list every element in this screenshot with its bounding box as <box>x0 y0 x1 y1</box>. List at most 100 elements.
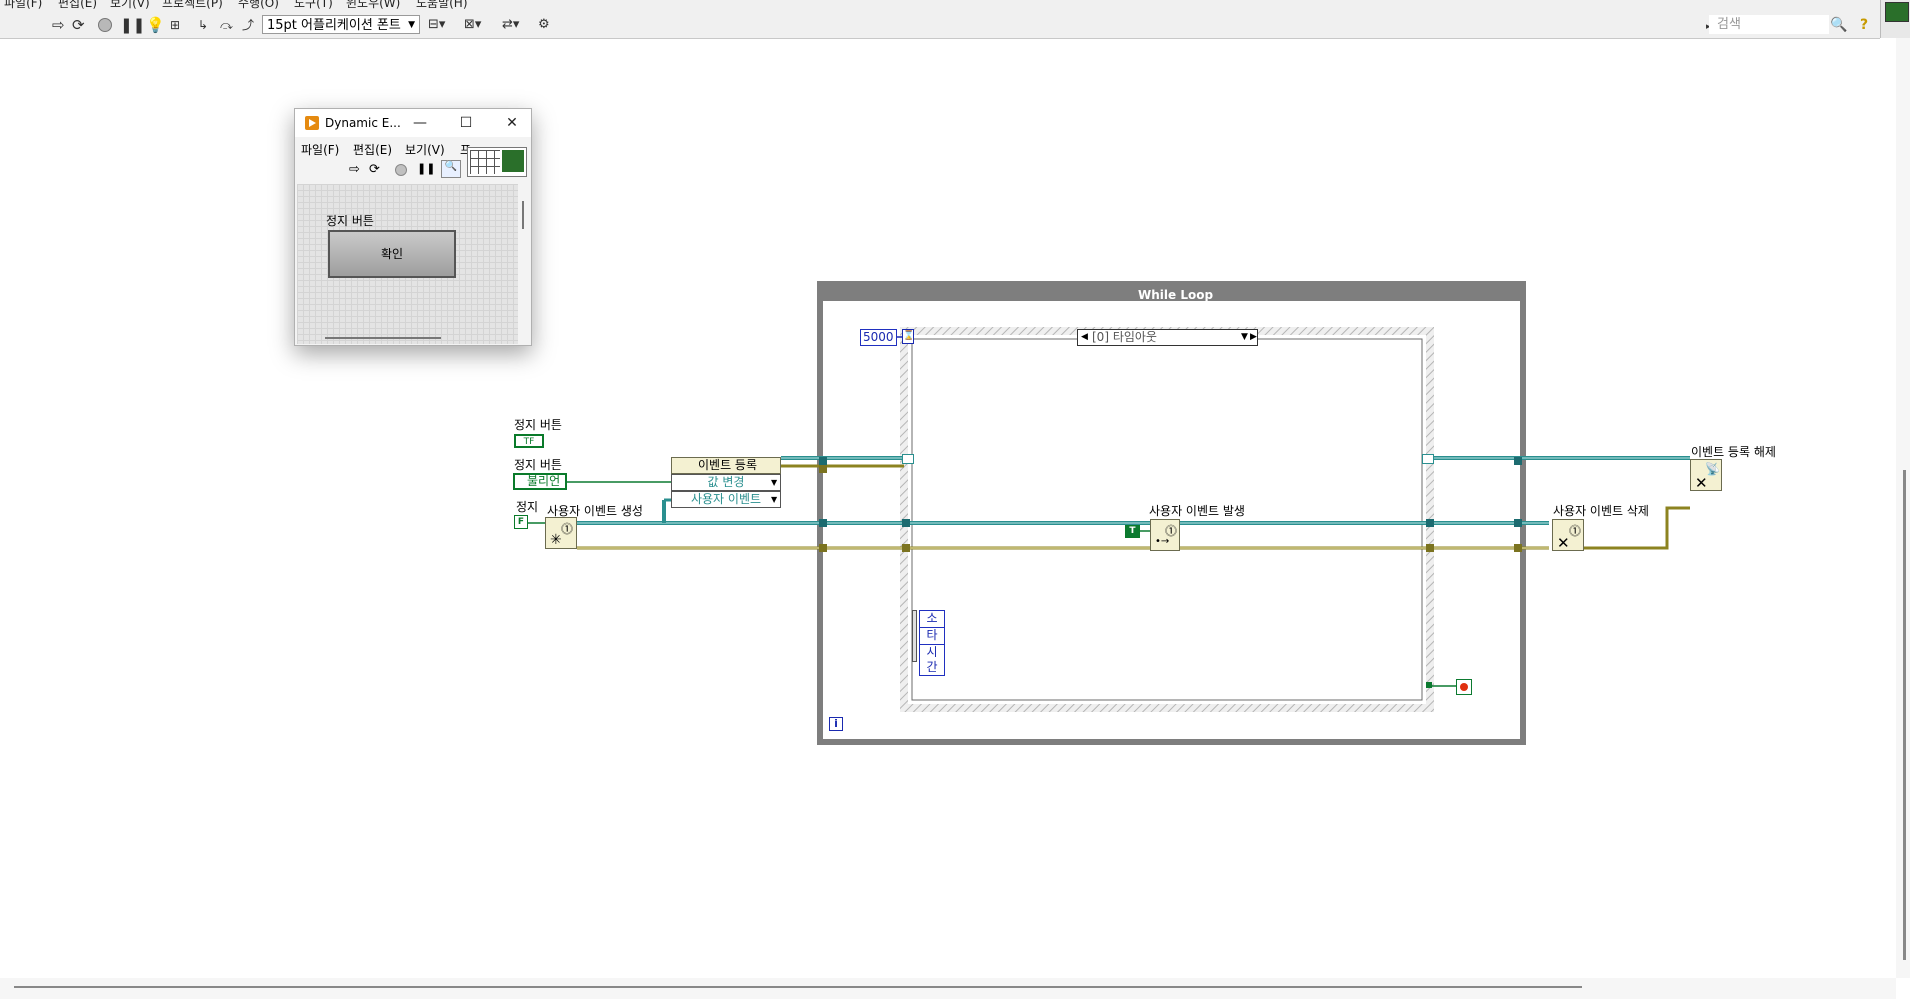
highlight-execution-icon[interactable]: 💡 <box>146 17 165 33</box>
chevron-down-icon[interactable]: ▼ <box>771 478 777 487</box>
refnum-tunnel <box>1426 519 1434 527</box>
run-continuously-icon[interactable]: ⟳ <box>72 17 85 33</box>
refnum-tunnel <box>1514 519 1522 527</box>
retain-wire-values-icon[interactable]: ⊞ <box>170 17 180 33</box>
search-icon[interactable]: 🔍 <box>441 160 461 178</box>
cleanup-icon[interactable]: ⚙ <box>538 17 550 33</box>
minimize-icon[interactable]: — <box>409 113 431 133</box>
abort-icon[interactable] <box>98 18 112 32</box>
chevron-down-icon[interactable]: ▼ <box>771 495 777 504</box>
destroy-icon: ✕ <box>1557 534 1570 552</box>
unregister-events-node[interactable]: ✕ 📡 <box>1690 459 1722 492</box>
iteration-terminal[interactable]: i <box>829 717 843 731</box>
loop-stop-terminal[interactable] <box>1456 679 1472 695</box>
menu-edit[interactable]: 편집(E) <box>58 0 97 11</box>
menu-bar: 파일(F) 편집(E) 보기(V) 프로젝트(P) 수행(O) 도구(T) 윈도… <box>0 0 1880 13</box>
menu-project[interactable]: 프로젝트(P) <box>162 0 223 11</box>
event-data-node[interactable]: 소스 타입 시간 <box>912 610 950 676</box>
front-panel-hscroll[interactable] <box>325 337 441 339</box>
timeout-terminal-icon[interactable]: ⌛ <box>902 329 914 344</box>
register-events-header: 이벤트 등록 <box>671 457 781 474</box>
dynamic-event-terminal-out[interactable] <box>1422 454 1434 464</box>
error-tunnel <box>819 544 827 552</box>
front-panel-canvas: 정지 버튼 확인 <box>297 184 518 344</box>
error-tunnel <box>819 465 827 473</box>
stop-button-terminal[interactable]: TF <box>514 434 544 448</box>
close-icon[interactable]: ✕ <box>501 113 523 133</box>
step-out-icon[interactable]: ⤴ <box>242 17 254 33</box>
refnum-tunnel <box>819 457 827 465</box>
distribute-icon[interactable]: ⊠▾ <box>464 17 481 33</box>
chevron-down-icon[interactable]: ▼ <box>1241 330 1248 345</box>
decrement-arrow-icon[interactable]: ◀ <box>1081 330 1088 345</box>
step-into-icon[interactable]: ↳ <box>198 17 208 33</box>
menu-operate[interactable]: 수행(O) <box>238 0 279 11</box>
refnum-tunnel <box>902 519 910 527</box>
fire-event-icon: •→ <box>1155 536 1170 547</box>
stop-button-terminal-label: 정지 버튼 <box>514 418 562 432</box>
maximize-icon[interactable]: ☐ <box>455 113 477 133</box>
fp-menu-edit[interactable]: 편집(E) <box>353 141 392 158</box>
while-loop-label: While Loop <box>1138 288 1214 302</box>
pause-icon[interactable]: ❚❚ <box>417 162 435 175</box>
event-case-selector[interactable]: ◀ [0] 타임아웃 ▼ ▶ <box>1077 329 1258 346</box>
register-events-node[interactable]: 이벤트 등록 값 변경 사용자 이벤트 ▼ ▼ <box>671 457 781 509</box>
case-selector-label: [0] 타임아웃 <box>1092 330 1157 344</box>
destroy-user-event-node[interactable]: ✕ ⓵ <box>1552 519 1584 552</box>
event-data-node-bar <box>912 610 917 662</box>
horizontal-scroll-thumb[interactable] <box>14 986 1582 988</box>
generate-user-event-label: 사용자 이벤트 발생 <box>1149 504 1245 518</box>
increment-arrow-icon[interactable]: ▶ <box>1250 330 1257 345</box>
search-icon[interactable]: 🔍 <box>1830 17 1847 33</box>
chevron-down-icon: ▼ <box>408 20 415 30</box>
step-over-icon[interactable]: ⤼ <box>220 17 233 33</box>
stop-const-label: 정지 <box>516 500 539 514</box>
boolean-reference[interactable]: 불리언 <box>513 473 567 490</box>
create-user-event-node[interactable]: ✳ ⓵ <box>545 517 577 549</box>
stop-tunnel <box>1426 682 1432 688</box>
menu-help[interactable]: 도움말(H) <box>416 0 468 11</box>
toolbar: ⇨ ⟳ ❚❚ 💡 ⊞ ↳ ⤼ ⤴ 15pt 어플리케이션 폰트 ▼ ⊟▾ ⊠▾ ⇄… <box>0 13 1880 39</box>
horizontal-scrollbar[interactable] <box>0 978 1896 999</box>
error-tunnel <box>902 544 910 552</box>
fp-menu-file[interactable]: 파일(F) <box>301 141 339 158</box>
front-panel-vscroll[interactable] <box>522 201 524 229</box>
front-panel-titlebar[interactable]: Dynamic E... — ☐ ✕ <box>295 109 531 137</box>
error-tunnel <box>1514 544 1522 552</box>
run-arrow-icon[interactable]: ⇨ <box>52 17 65 33</box>
stop-button[interactable]: 확인 <box>328 230 456 278</box>
create-icon: ✳ <box>550 532 562 548</box>
destroy-user-event-label: 사용자 이벤트 삭제 <box>1553 504 1649 518</box>
menu-window[interactable]: 윈도우(W) <box>346 0 400 11</box>
stop-false-constant[interactable]: F <box>514 515 528 529</box>
reorder-icon[interactable]: ⇄▾ <box>502 17 519 33</box>
connector-pane-icon <box>467 147 527 177</box>
abort-icon[interactable] <box>395 164 407 176</box>
align-icon[interactable]: ⊟▾ <box>428 17 445 33</box>
timeout-constant[interactable]: 5000 <box>860 329 897 346</box>
search-input[interactable]: 검색 <box>1709 15 1829 34</box>
destroy-icon: ✕ <box>1695 474 1708 492</box>
menu-tools[interactable]: 도구(T) <box>294 0 333 11</box>
register-item-value-change[interactable]: 값 변경 <box>671 474 781 491</box>
vertical-scroll-thumb[interactable] <box>1903 470 1906 960</box>
menu-file[interactable]: 파일(F) <box>4 0 42 11</box>
user-event-icon: ⓵ <box>1569 524 1582 538</box>
menu-view[interactable]: 보기(V) <box>110 0 150 11</box>
event-data-time[interactable]: 시간 <box>919 644 945 676</box>
fp-menu-view[interactable]: 보기(V) <box>405 141 445 158</box>
generate-user-event-node[interactable]: ⓵ •→ <box>1150 519 1180 551</box>
run-continuously-icon[interactable]: ⟳ <box>369 162 380 177</box>
refnum-tunnel <box>1514 457 1522 465</box>
dynamic-event-terminal-in[interactable] <box>902 454 914 464</box>
help-icon[interactable]: ? <box>1860 17 1868 33</box>
true-constant[interactable]: T <box>1125 525 1140 538</box>
pause-icon[interactable]: ❚❚ <box>120 17 145 33</box>
error-tunnel <box>1426 544 1434 552</box>
front-panel-title: Dynamic E... <box>325 116 401 130</box>
front-panel-window[interactable]: Dynamic E... — ☐ ✕ 파일(F) 편집(E) 보기(V) 프 ⇨… <box>294 108 532 346</box>
run-arrow-icon[interactable]: ⇨ <box>349 162 360 177</box>
satellite-icon: 📡 <box>1705 462 1720 476</box>
font-select[interactable]: 15pt 어플리케이션 폰트 ▼ <box>262 15 420 34</box>
register-item-user-event[interactable]: 사용자 이벤트 <box>671 491 781 508</box>
